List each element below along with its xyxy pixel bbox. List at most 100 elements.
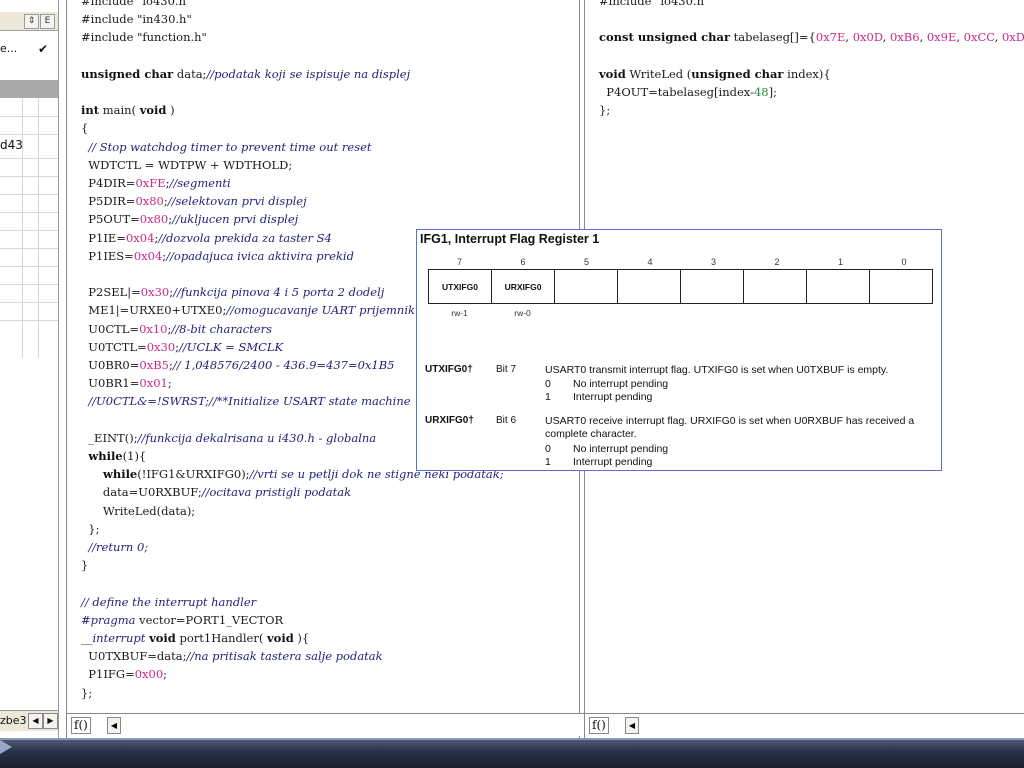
code-token: #pragma xyxy=(81,612,136,627)
code-line[interactable]: const unsigned char tabelaseg[]={0x7E, 0… xyxy=(599,28,1024,46)
code-token: //segmenti xyxy=(169,176,231,190)
bit-position: Bit 6 xyxy=(496,415,517,426)
code-line[interactable]: data=U0RXBUF;//ocitava pristigli podatak xyxy=(81,483,504,501)
workspace-selected-row[interactable] xyxy=(0,80,58,98)
grid-divider xyxy=(22,98,23,358)
code-line[interactable]: P5DIR=0x80;//selektovan prvi displej xyxy=(81,192,504,210)
code-line[interactable]: P4OUT=tabelaseg[index-48]; xyxy=(599,83,1024,101)
code-token: int xyxy=(81,103,100,118)
register-bit-cell xyxy=(617,269,681,304)
code-token: while xyxy=(102,467,138,482)
code-line[interactable]: #include "io430.h" xyxy=(599,0,1024,10)
code-line[interactable] xyxy=(599,47,1024,65)
code-token: ME1|=URXE0+UTXE0; xyxy=(81,303,227,318)
register-bit-cell xyxy=(806,269,870,304)
code-line[interactable]: #pragma vector=PORT1_VECTOR xyxy=(81,611,504,629)
bit-number: 6 xyxy=(520,257,526,267)
code-line[interactable]: WDTCTL = WDTPW + WDTHOLD; xyxy=(81,156,504,174)
code-token: , xyxy=(994,30,1002,45)
code-line[interactable]: U0TXBUF=data;//na pritisak tastera salje… xyxy=(81,647,504,665)
scroll-left-icon[interactable]: ◀ xyxy=(625,717,639,734)
code-area[interactable]: #include "io430.h" const unsigned char ta… xyxy=(599,0,1024,119)
code-line[interactable]: P4DIR=0xFE;//segmenti xyxy=(81,174,504,192)
function-list-tab[interactable]: f() xyxy=(589,717,609,734)
code-token: 0x04 xyxy=(125,230,155,245)
code-line[interactable] xyxy=(81,47,504,65)
code-line[interactable] xyxy=(81,83,504,101)
edit-icon[interactable]: E xyxy=(40,14,55,29)
grid-divider xyxy=(38,98,39,358)
code-token: #include "io430.h" xyxy=(81,0,192,8)
grid-divider xyxy=(0,284,58,285)
code-line[interactable]: }; xyxy=(81,520,504,538)
grid-divider xyxy=(0,248,58,249)
grid-divider xyxy=(0,158,58,159)
code-line[interactable]: } xyxy=(81,556,504,574)
code-line[interactable]: #include "function.h" xyxy=(81,28,504,46)
code-line[interactable]: #include "in430.h" xyxy=(81,10,504,28)
code-token: P5DIR= xyxy=(81,194,136,209)
code-line[interactable]: // define the interrupt handler xyxy=(81,593,504,611)
code-line[interactable]: WriteLed(data); xyxy=(81,502,504,520)
code-token: P4OUT=tabelaseg[index- xyxy=(599,84,754,99)
code-token: void xyxy=(599,66,626,81)
code-token: P1IE= xyxy=(81,230,126,245)
code-token: , xyxy=(919,30,927,45)
code-line[interactable]: P1IFG=0x00; xyxy=(81,665,504,683)
code-token: //return 0; xyxy=(88,540,149,555)
bit-number: 5 xyxy=(583,257,589,267)
code-token: ; xyxy=(167,376,172,391)
code-line[interactable]: // Stop watchdog timer to prevent time o… xyxy=(81,138,504,156)
register-bit-cell xyxy=(680,269,744,304)
code-token: 0x30 xyxy=(140,285,170,300)
code-token: //dozvola prekida za taster S4 xyxy=(158,230,332,245)
function-list-tab[interactable]: f() xyxy=(71,717,91,734)
code-token: #include "function.h" xyxy=(81,30,207,45)
code-line[interactable]: int main( void ) xyxy=(81,101,504,119)
code-token: 0x04 xyxy=(133,248,163,263)
code-token: U0BR0= xyxy=(81,358,140,373)
bit-number: 3 xyxy=(710,257,716,267)
code-line[interactable]: __interrupt void port1Handler( void ){ xyxy=(81,629,504,647)
workspace-tab[interactable]: zbe3 xyxy=(0,714,27,727)
code-token: // Stop watchdog timer to prevent time o… xyxy=(88,139,372,154)
code-line[interactable] xyxy=(599,10,1024,28)
horizontal-scrollbar[interactable]: f() ◀ xyxy=(585,713,1024,736)
code-token: void xyxy=(149,631,176,646)
bit-number: 1 xyxy=(837,257,843,267)
code-line[interactable]: void WriteLed (unsigned char index){ xyxy=(599,65,1024,83)
grid-divider xyxy=(0,116,58,117)
scroll-left-icon[interactable]: ◀ xyxy=(107,717,121,734)
code-line[interactable]: //return 0; xyxy=(81,538,504,556)
workspace-file-item[interactable]: d43 xyxy=(0,138,23,152)
code-line[interactable]: #include "io430.h" xyxy=(81,0,504,10)
bit-number: 4 xyxy=(647,257,653,267)
workspace-row-text[interactable]: e... xyxy=(0,42,17,55)
code-token: ; xyxy=(163,667,168,682)
bit-number: 7 xyxy=(456,257,462,267)
code-token: 0xD xyxy=(1001,30,1024,45)
horizontal-scrollbar[interactable]: f() ◀ ▶ xyxy=(67,713,625,736)
code-token: port1Handler( xyxy=(175,631,267,646)
sort-icon[interactable]: ⇕ xyxy=(24,14,39,29)
scroll-left-icon[interactable]: ◀ xyxy=(28,713,43,729)
code-token: //U0CTL&=!SWRST;//**Initialize USART sta… xyxy=(88,394,411,409)
code-line[interactable]: }; xyxy=(599,101,1024,119)
code-line[interactable] xyxy=(81,574,504,592)
triangle-icon xyxy=(0,740,12,754)
code-token: P2SEL|= xyxy=(81,285,141,300)
code-token: void xyxy=(266,631,294,646)
bit7-access: rw-1 xyxy=(451,308,468,318)
code-token: }; xyxy=(81,685,93,700)
code-token: }; xyxy=(599,103,611,118)
grid-divider xyxy=(0,176,58,177)
code-token: (!IFG1&URXIFG0); xyxy=(137,467,250,482)
code-line[interactable]: unsigned char data;//podatak koji se isp… xyxy=(81,65,504,83)
code-line[interactable]: P5OUT=0x80;//ukljucen prvi displej xyxy=(81,210,504,228)
code-token: //podatak koji se ispisuje na displej xyxy=(206,66,411,81)
code-token: interrupt xyxy=(92,631,146,646)
scroll-right-icon[interactable]: ▶ xyxy=(43,713,58,729)
code-line[interactable]: }; xyxy=(81,684,504,702)
code-line[interactable]: { xyxy=(81,119,504,137)
